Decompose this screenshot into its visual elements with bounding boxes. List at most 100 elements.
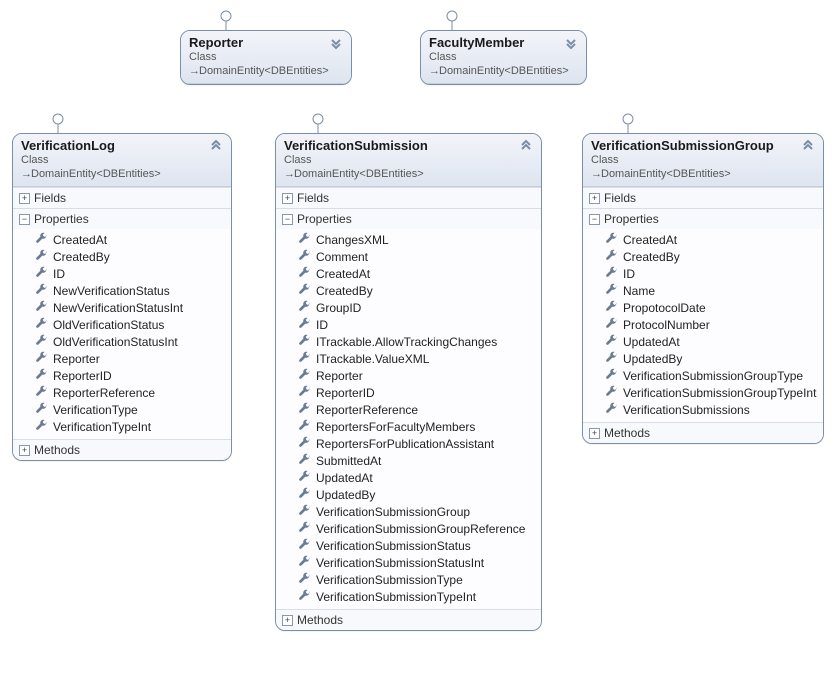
collapse-toggle-icon[interactable]: −	[19, 214, 30, 225]
property-label: CreatedAt	[623, 233, 677, 247]
property-item[interactable]: ITrackable.AllowTrackingChanges	[276, 333, 541, 350]
property-item[interactable]: OldVerificationStatus	[13, 316, 231, 333]
section-label: Fields	[604, 191, 636, 205]
wrench-icon	[298, 453, 310, 468]
fields-section[interactable]: + Fields	[13, 187, 231, 208]
collapse-toggle-icon[interactable]: −	[282, 214, 293, 225]
property-item[interactable]: NewVerificationStatus	[13, 282, 231, 299]
class-box-faculty-member[interactable]: FacultyMember Class →DomainEntity<DBEnti…	[420, 30, 587, 85]
class-box-verification-submission[interactable]: VerificationSubmission Class →DomainEnti…	[275, 133, 542, 631]
property-item[interactable]: Reporter	[13, 350, 231, 367]
property-item[interactable]: CreatedAt	[276, 265, 541, 282]
property-item[interactable]: UpdatedAt	[276, 469, 541, 486]
class-title: Reporter	[189, 35, 243, 50]
expand-toggle-icon[interactable]: +	[589, 193, 600, 204]
property-label: CreatedBy	[316, 284, 373, 298]
property-item[interactable]: VerificationSubmissionGroupType	[583, 367, 823, 384]
property-item[interactable]: ReporterReference	[276, 401, 541, 418]
inheritance-connector	[220, 10, 232, 30]
class-box-reporter[interactable]: Reporter Class →DomainEntity<DBEntities>	[180, 30, 352, 85]
property-item[interactable]: VerificationSubmissions	[583, 401, 823, 418]
wrench-icon	[35, 317, 47, 332]
property-item[interactable]: ReporterID	[276, 384, 541, 401]
property-item[interactable]: ReportersForPublicationAssistant	[276, 435, 541, 452]
expand-toggle-icon[interactable]: +	[19, 445, 30, 456]
collapse-icon[interactable]	[209, 139, 223, 153]
property-item[interactable]: ReportersForFacultyMembers	[276, 418, 541, 435]
section-label: Fields	[34, 191, 66, 205]
collapse-icon[interactable]	[801, 139, 815, 153]
property-item[interactable]: UpdatedAt	[583, 333, 823, 350]
property-item[interactable]: VerificationSubmissionType	[276, 571, 541, 588]
expand-toggle-icon[interactable]: +	[589, 428, 600, 439]
property-item[interactable]: UpdatedBy	[276, 486, 541, 503]
expand-icon[interactable]	[329, 36, 343, 50]
property-item[interactable]: OldVerificationStatusInt	[13, 333, 231, 350]
inheritance-connector	[52, 113, 64, 133]
property-item[interactable]: ReporterReference	[13, 384, 231, 401]
expand-toggle-icon[interactable]: +	[282, 193, 293, 204]
property-item[interactable]: UpdatedBy	[583, 350, 823, 367]
fields-section[interactable]: + Fields	[583, 187, 823, 208]
property-item[interactable]: ITrackable.ValueXML	[276, 350, 541, 367]
property-item[interactable]: Comment	[276, 248, 541, 265]
property-item[interactable]: VerificationSubmissionGroup	[276, 503, 541, 520]
property-item[interactable]: VerificationType	[13, 401, 231, 418]
property-label: ReporterID	[53, 369, 112, 383]
fields-section[interactable]: +Fields	[276, 187, 541, 208]
property-label: ReporterID	[316, 386, 375, 400]
property-item[interactable]: SubmittedAt	[276, 452, 541, 469]
property-item[interactable]: VerificationSubmissionGroupTypeInt	[583, 384, 823, 401]
property-item[interactable]: ReporterID	[13, 367, 231, 384]
collapse-icon[interactable]	[519, 139, 533, 153]
property-item[interactable]: VerificationSubmissionTypeInt	[276, 588, 541, 605]
property-label: VerificationSubmissions	[623, 403, 750, 417]
property-item[interactable]: PropotocolDate	[583, 299, 823, 316]
property-label: UpdatedAt	[316, 471, 373, 485]
property-label: CreatedAt	[53, 233, 107, 247]
property-item[interactable]: NewVerificationStatusInt	[13, 299, 231, 316]
property-item[interactable]: VerificationSubmissionStatus	[276, 537, 541, 554]
property-item[interactable]: CreatedAt	[13, 231, 231, 248]
wrench-icon	[605, 334, 617, 349]
property-item[interactable]: ID	[276, 316, 541, 333]
methods-section[interactable]: +Methods	[583, 422, 823, 443]
property-item[interactable]: CreatedBy	[583, 248, 823, 265]
properties-section[interactable]: −Properties ChangesXMLCommentCreatedAtCr…	[276, 208, 541, 609]
property-label: VerificationSubmissionTypeInt	[316, 590, 476, 604]
property-item[interactable]: VerificationSubmissionGroupReference	[276, 520, 541, 537]
properties-list: CreatedAtCreatedBy IDName PropotocolDate Pr…	[583, 229, 823, 422]
property-item[interactable]: GroupID	[276, 299, 541, 316]
property-item[interactable]: Reporter	[276, 367, 541, 384]
wrench-icon	[298, 266, 310, 281]
wrench-icon	[298, 487, 310, 502]
property-item[interactable]: ID	[583, 265, 823, 282]
wrench-icon	[298, 572, 310, 587]
property-item[interactable]: ChangesXML	[276, 231, 541, 248]
property-label: PropotocolDate	[623, 301, 706, 315]
property-item[interactable]: VerificationSubmissionStatusInt	[276, 554, 541, 571]
property-item[interactable]: Name	[583, 282, 823, 299]
class-header: VerificationSubmission Class →DomainEnti…	[276, 134, 541, 187]
expand-icon[interactable]	[564, 36, 578, 50]
properties-section[interactable]: −Properties CreatedAtCreatedByIDNewVerif…	[13, 208, 231, 439]
property-label: ProtocolNumber	[623, 318, 710, 332]
property-item[interactable]: ID	[13, 265, 231, 282]
wrench-icon	[605, 300, 617, 315]
property-item[interactable]: ProtocolNumber	[583, 316, 823, 333]
class-box-verification-submission-group[interactable]: VerificationSubmissionGroup Class →Domai…	[582, 133, 824, 444]
properties-section[interactable]: −Properties CreatedAtCreatedByIDNameProp…	[583, 208, 823, 422]
section-label: Properties	[34, 212, 89, 226]
property-item[interactable]: VerificationTypeInt	[13, 418, 231, 435]
methods-section[interactable]: +Methods	[13, 439, 231, 460]
property-label: ID	[623, 267, 635, 281]
property-item[interactable]: CreatedBy	[13, 248, 231, 265]
class-box-verification-log[interactable]: VerificationLog Class →DomainEntity<DBEn…	[12, 133, 232, 461]
property-item[interactable]: CreatedBy	[276, 282, 541, 299]
methods-section[interactable]: +Methods	[276, 609, 541, 630]
property-item[interactable]: CreatedAt	[583, 231, 823, 248]
expand-toggle-icon[interactable]: +	[282, 615, 293, 626]
collapse-toggle-icon[interactable]: −	[589, 214, 600, 225]
expand-toggle-icon[interactable]: +	[19, 193, 30, 204]
property-label: UpdatedBy	[316, 488, 375, 502]
